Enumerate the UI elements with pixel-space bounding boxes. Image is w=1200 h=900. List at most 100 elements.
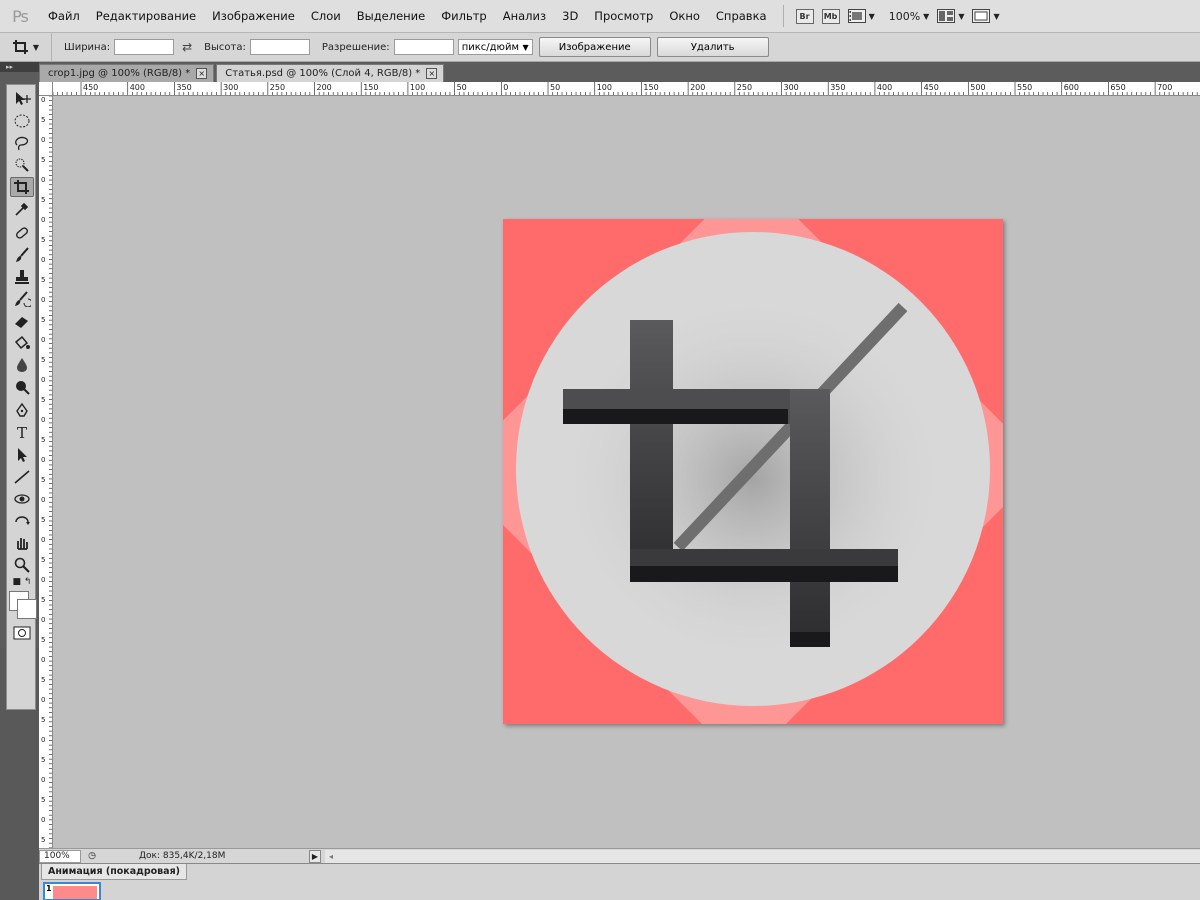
crop-tool-icon[interactable] [10, 177, 34, 197]
animation-frame-1[interactable]: 1 [43, 882, 101, 900]
canvas-area[interactable] [53, 96, 1200, 848]
tool-preset-picker[interactable]: ▼ [0, 32, 52, 62]
menu-file[interactable]: Файл [40, 0, 88, 33]
ruler-tick-label: 0 [41, 536, 45, 544]
lasso-tool-icon[interactable] [10, 133, 34, 153]
ruler-tick-label: 300 [223, 83, 238, 92]
3d-rotate-tool-icon[interactable] [10, 489, 34, 509]
type-tool-icon[interactable]: T [10, 423, 34, 443]
ruler-tick-label: 5 [41, 596, 45, 604]
history-brush-tool-icon[interactable] [10, 289, 34, 309]
menu-window[interactable]: Окно [661, 0, 708, 33]
menu-image[interactable]: Изображение [204, 0, 303, 33]
tab-crop1[interactable]: crop1.jpg @ 100% (RGB/8) * × [39, 64, 215, 82]
panel-collapse-icon[interactable]: ▸▸ [0, 62, 39, 72]
ruler-tick-label: 0 [41, 296, 45, 304]
crop-icon [12, 40, 28, 54]
extras-button[interactable]: ▼ [847, 7, 875, 26]
menu-select[interactable]: Выделение [349, 0, 434, 33]
blur-tool-icon[interactable] [10, 355, 34, 375]
arrange-documents-button[interactable]: ▼ [937, 7, 964, 26]
ruler-tick-label: 500 [970, 83, 985, 92]
vertical-ruler-ticks: 0 5 0 5 0 5 0 5 0 5 0 5 0 5 0 5 0 5 0 5 0 5 0 5 0 5 0 5 0 5 0 5 0 5 0 5 0 5 [41, 96, 52, 848]
menu-analysis[interactable]: Анализ [495, 0, 554, 33]
close-icon[interactable]: × [426, 68, 438, 79]
ruler-origin[interactable] [39, 82, 53, 96]
bridge-button[interactable]: Br [795, 7, 814, 26]
ruler-tick-label: 550 [1017, 83, 1032, 92]
3d-orbit-tool-icon[interactable] [10, 511, 34, 531]
status-menu-arrow-icon[interactable]: ▶ [309, 849, 321, 863]
close-icon[interactable]: × [196, 68, 208, 79]
clear-button[interactable]: Удалить [656, 37, 769, 57]
ruler-tick-label: 5 [41, 156, 45, 164]
zoom-level: 100% [888, 9, 921, 23]
background-color-swatch[interactable] [17, 599, 37, 619]
ruler-tick-label: 250 [737, 83, 752, 92]
ruler-tick-label: 0 [41, 136, 45, 144]
menu-separator [782, 5, 784, 27]
photoshop-logo: Ps [12, 6, 29, 26]
zoom-tool-icon[interactable] [10, 555, 34, 575]
zoom-level-button[interactable]: 100% ▼ [883, 7, 930, 26]
front-image-button[interactable]: Изображение [538, 37, 651, 57]
eyedropper-tool-icon[interactable] [10, 199, 34, 219]
resolution-unit-value: пикс/дюйм [461, 41, 520, 53]
paint-bucket-tool-icon[interactable] [10, 333, 34, 353]
swap-dimensions-icon[interactable]: ⇄ [182, 40, 192, 54]
width-input[interactable] [114, 39, 175, 55]
status-zoom-field[interactable]: 100% [39, 849, 81, 863]
move-tool-icon[interactable] [10, 89, 34, 109]
menu-filter[interactable]: Фильтр [433, 0, 495, 33]
default-colors-icon[interactable]: ■ ↰ [10, 575, 34, 589]
ruler-tick-label: 50 [457, 83, 467, 92]
ruler-tick-label: 700 [1157, 83, 1172, 92]
vertical-bar-right-shadow [790, 632, 830, 647]
ruler-tick-label: 5 [41, 316, 45, 324]
quick-selection-tool-icon[interactable] [10, 155, 34, 175]
chevron-down-icon: ▼ [522, 42, 529, 52]
frame-thumbnail [53, 886, 97, 899]
resolution-input[interactable] [393, 39, 454, 55]
document-canvas[interactable] [503, 219, 1003, 724]
animation-panel-tab[interactable]: Анимация (покадровая) [41, 864, 188, 880]
options-bar: ▼ Ширина: ⇄ Высота: Разрешение: пикс/дюй… [0, 32, 1200, 62]
hand-tool-icon[interactable] [10, 533, 34, 553]
menu-help[interactable]: Справка [708, 0, 775, 33]
ruler-tick-label: 5 [41, 356, 45, 364]
menu-view[interactable]: Просмотр [586, 0, 661, 33]
menu-3d[interactable]: 3D [554, 0, 586, 33]
minibridge-button[interactable]: Mb [821, 7, 840, 26]
dodge-tool-icon[interactable] [10, 377, 34, 397]
quick-mask-icon[interactable] [10, 623, 34, 643]
ruler-tick-label: 5 [41, 116, 45, 124]
brush-tool-icon[interactable] [10, 245, 34, 265]
menu-layers[interactable]: Слои [303, 0, 349, 33]
path-selection-tool-icon[interactable] [10, 445, 34, 465]
ruler-tick-label: 0 [41, 456, 45, 464]
ruler-tick-label: 0 [41, 216, 45, 224]
ruler-tick-label: 0 [41, 416, 45, 424]
ruler-tick-label: 5 [41, 476, 45, 484]
height-input[interactable] [249, 39, 310, 55]
chevron-down-icon: ▼ [32, 42, 40, 52]
horizontal-scrollbar[interactable]: ◂ [325, 849, 1200, 863]
resolution-unit-select[interactable]: пикс/дюйм ▼ [457, 39, 533, 55]
screen-mode-button[interactable]: ▼ [972, 7, 1000, 26]
pen-tool-icon[interactable] [10, 401, 34, 421]
chevron-down-icon: ▼ [923, 11, 930, 21]
vertical-ruler[interactable]: 0 5 0 5 0 5 0 5 0 5 0 5 0 5 0 5 0 5 0 5 0 5 0 5 0 5 0 5 0 5 0 5 0 5 0 5 0 5 [39, 96, 53, 848]
horizontal-ruler[interactable]: 450 400 350 300 250 200 150 100 50 0 50 100 150 200 25… [53, 82, 1200, 96]
line-tool-icon[interactable] [10, 467, 34, 487]
tab-article[interactable]: Статья.psd @ 100% (Слой 4, RGB/8) * × [216, 64, 445, 82]
ruler-tick-label: 250 [270, 83, 285, 92]
animation-panel: Анимация (покадровая) 1 [39, 863, 1200, 900]
clone-stamp-tool-icon[interactable] [10, 267, 34, 287]
status-info-icon[interactable]: ◷ [85, 850, 99, 863]
menu-edit[interactable]: Редактирование [88, 0, 204, 33]
ruler-tick-label: 50 [550, 83, 560, 92]
healing-brush-tool-icon[interactable] [10, 223, 34, 243]
marquee-tool-icon[interactable] [10, 111, 34, 131]
eraser-tool-icon[interactable] [10, 311, 34, 331]
ruler-tick-label: 0 [41, 376, 45, 384]
